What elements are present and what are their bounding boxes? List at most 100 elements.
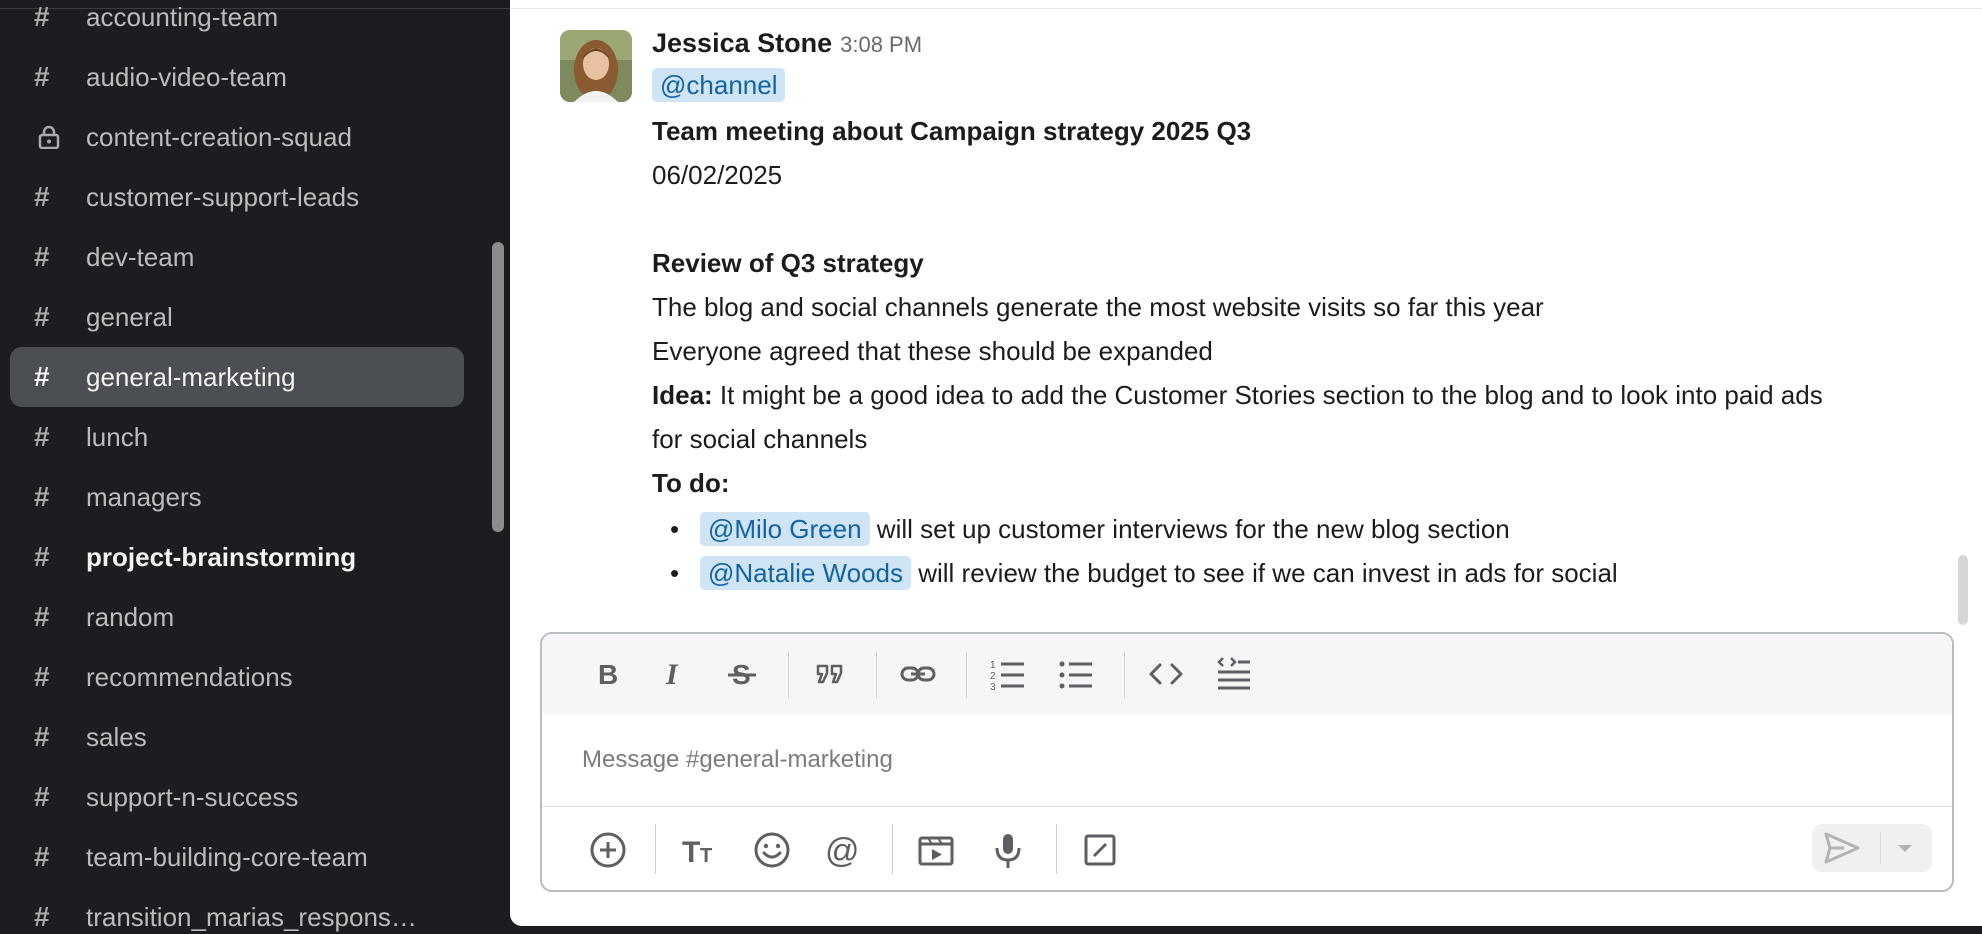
message-date: 06/02/2025 <box>652 160 783 190</box>
hash-icon: # <box>34 421 50 452</box>
message-input[interactable]: Message #general-marketing <box>582 746 893 774</box>
code-block-icon[interactable] <box>1214 654 1254 694</box>
bullet-list-icon[interactable] <box>1056 654 1096 694</box>
idea-text: It might be a good idea to add the Custo… <box>712 380 1823 410</box>
quote-icon[interactable] <box>810 654 850 694</box>
composer-tool-divider <box>655 824 656 874</box>
ordered-list-icon[interactable]: 123 <box>988 654 1028 694</box>
sidebar-item-dev-team[interactable]: # dev-team <box>10 227 464 287</box>
svg-text:B: B <box>598 659 618 690</box>
sidebar-item-label: project-brainstorming <box>86 542 357 572</box>
message-line: Everyone agreed that these should be exp… <box>652 336 1213 366</box>
sidebar-item-label: content-creation-squad <box>86 122 352 152</box>
chevron-down-icon[interactable] <box>1890 834 1920 862</box>
avatar[interactable] <box>560 30 632 102</box>
sidebar-item-label: general <box>86 302 173 332</box>
channel-sidebar: # accounting-team # audio-video-team content… <box>0 0 510 934</box>
emoji-icon[interactable] <box>750 828 794 872</box>
svg-text:@: @ <box>825 832 860 870</box>
strikethrough-icon[interactable]: S <box>722 654 762 694</box>
attach-plus-icon[interactable] <box>586 828 630 872</box>
message-timestamp[interactable]: 3:08 PM <box>840 32 922 57</box>
sidebar-item-recommendations[interactable]: # recommendations <box>10 647 464 707</box>
message-pane: Jessica Stone 3:08 PM @channel Team meeti… <box>510 0 1982 926</box>
hash-icon: # <box>34 721 50 752</box>
hash-icon: # <box>34 661 50 692</box>
hash-icon: # <box>34 541 50 572</box>
bold-icon[interactable]: B <box>586 654 626 694</box>
message-title: Team meeting about Campaign strategy 202… <box>652 116 1252 146</box>
todo-text: will review the budget to see if we can … <box>911 558 1618 588</box>
formatting-toolbar: B I S 123 <box>542 634 1952 714</box>
message-header: Jessica Stone 3:08 PM <box>652 28 922 59</box>
sidebar-item-project-brainstorming[interactable]: # project-brainstorming <box>10 527 464 587</box>
sidebar-item-support-n-success[interactable]: # support-n-success <box>10 767 464 827</box>
hash-icon: # <box>34 181 50 212</box>
composer-tool-divider <box>1056 824 1057 874</box>
hash-icon: # <box>34 241 50 272</box>
author-name[interactable]: Jessica Stone <box>652 28 832 58</box>
sidebar-item-random[interactable]: # random <box>10 587 464 647</box>
sidebar-item-general[interactable]: # general <box>10 287 464 347</box>
sidebar-item-content-creation-squad[interactable]: content-creation-squad <box>10 107 464 167</box>
sidebar-item-label: support-n-success <box>86 782 299 812</box>
idea-text-continued: for social channels <box>652 424 868 454</box>
message-scrollbar[interactable] <box>1958 555 1968 625</box>
message-pane-top-divider <box>510 8 1982 9</box>
svg-text:T: T <box>700 845 712 867</box>
microphone-icon[interactable] <box>986 828 1030 872</box>
hash-icon: # <box>34 301 50 332</box>
sidebar-item-label: audio-video-team <box>86 62 287 92</box>
composer-divider <box>542 806 1952 807</box>
mention-icon[interactable]: @ <box>822 828 866 872</box>
idea-label: Idea: <box>652 380 713 410</box>
send-icon[interactable] <box>1820 828 1864 868</box>
hash-icon: # <box>34 1 50 32</box>
user-mention[interactable]: @Milo Green <box>700 512 870 546</box>
toolbar-divider <box>966 652 967 698</box>
toolbar-divider <box>876 652 877 698</box>
sidebar-item-label: lunch <box>86 422 149 452</box>
sidebar-item-transition-marias-respons[interactable]: # transition_marias_respons… <box>10 887 464 934</box>
sidebar-item-customer-support-leads[interactable]: # customer-support-leads <box>10 167 464 227</box>
formatting-icon[interactable]: TT <box>678 828 722 872</box>
svg-text:I: I <box>665 658 679 691</box>
link-icon[interactable] <box>898 654 938 694</box>
sidebar-item-audio-video-team[interactable]: # audio-video-team <box>10 47 464 107</box>
sidebar-item-managers[interactable]: # managers <box>10 467 464 527</box>
sidebar-scrollbar[interactable] <box>492 242 504 532</box>
hash-icon: # <box>34 361 50 392</box>
section-heading: Review of Q3 strategy <box>652 248 924 278</box>
sidebar-item-label: team-building-core-team <box>86 842 368 872</box>
svg-text:T: T <box>682 836 700 869</box>
toolbar-divider <box>788 652 789 698</box>
user-mention[interactable]: @Natalie Woods <box>700 556 911 590</box>
message-composer: B I S 123 Message #general-marketing T T… <box>540 632 1954 892</box>
send-divider <box>1880 832 1881 864</box>
sidebar-item-general-marketing[interactable]: # general-marketing <box>10 347 464 407</box>
italic-icon[interactable]: I <box>654 654 694 694</box>
idea-line: Idea: It might be a good idea to add the… <box>652 380 1823 411</box>
sidebar-item-label: random <box>86 602 175 632</box>
bullet-dot: • <box>670 514 680 544</box>
video-clip-icon[interactable] <box>914 828 958 872</box>
code-icon[interactable] <box>1146 654 1186 694</box>
sidebar-item-sales[interactable]: # sales <box>10 707 464 767</box>
toolbar-divider <box>1124 652 1125 698</box>
message-line: The blog and social channels generate th… <box>652 292 1544 322</box>
composer-tool-divider <box>892 824 893 874</box>
sidebar-item-label: managers <box>86 482 202 512</box>
slash-command-icon[interactable] <box>1078 828 1122 872</box>
sidebar-item-team-building-core-team[interactable]: # team-building-core-team <box>10 827 464 887</box>
lock-icon <box>34 107 82 167</box>
bullet-dot: • <box>670 558 680 588</box>
sidebar-item-lunch[interactable]: # lunch <box>10 407 464 467</box>
hash-icon: # <box>34 901 50 932</box>
svg-text:1: 1 <box>990 660 996 671</box>
svg-text:2: 2 <box>990 671 996 682</box>
todo-label: To do: <box>652 468 730 498</box>
channel-mention[interactable]: @channel <box>652 68 786 102</box>
sidebar-item-label: recommendations <box>86 662 293 692</box>
sidebar-item-accounting-team[interactable]: # accounting-team <box>10 0 464 47</box>
hash-icon: # <box>34 841 50 872</box>
